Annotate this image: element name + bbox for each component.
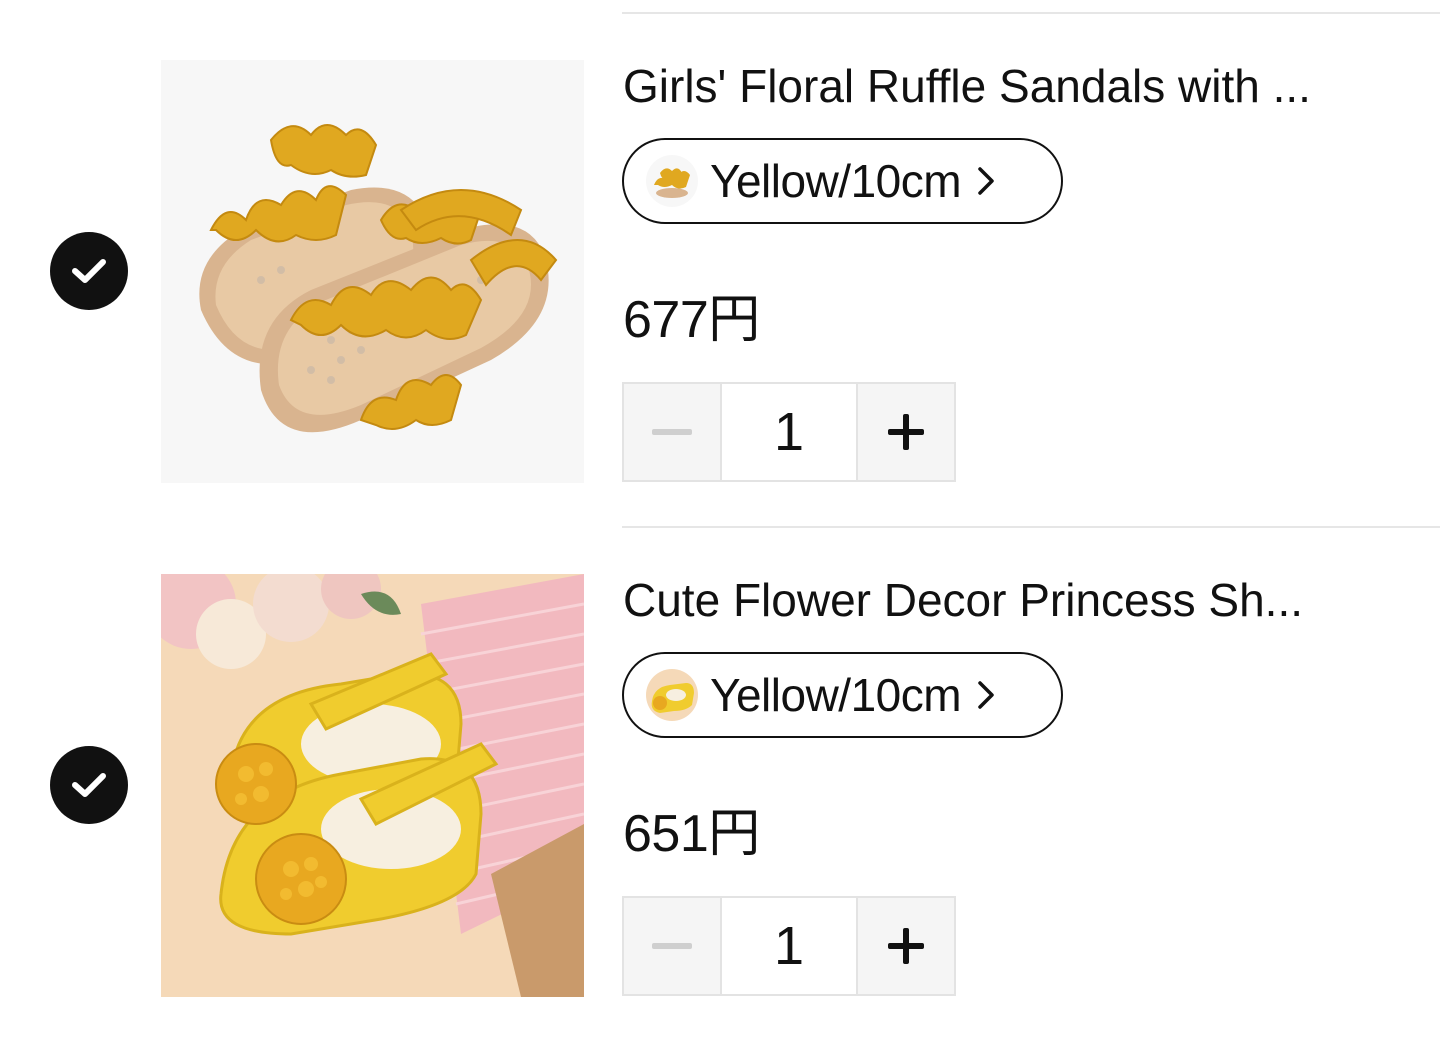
cart-item: Girls' Floral Ruffle Sandals with ... Ye… (0, 0, 1440, 483)
product-price: 677円 (623, 291, 760, 349)
product-title[interactable]: Cute Flower Decor Princess Sh... (623, 572, 1403, 628)
minus-icon (652, 429, 692, 435)
select-checkbox[interactable] (50, 746, 128, 824)
variant-thumbnail (646, 669, 698, 721)
plus-icon (888, 414, 924, 450)
increase-button[interactable] (856, 384, 954, 480)
variant-selector[interactable]: Yellow/10cm (622, 138, 1063, 224)
variant-selector[interactable]: Yellow/10cm (622, 652, 1063, 738)
product-price: 651円 (623, 805, 760, 863)
check-icon (72, 773, 106, 797)
chevron-right-icon (975, 678, 997, 712)
ruffle-sandals-image (161, 60, 584, 483)
variant-label: Yellow/10cm (710, 155, 962, 207)
check-icon (72, 259, 106, 283)
product-image[interactable] (161, 60, 584, 483)
quantity-stepper (622, 896, 956, 996)
quantity-stepper (622, 382, 956, 482)
minus-icon (652, 943, 692, 949)
decrease-button[interactable] (624, 384, 722, 480)
chevron-right-icon (975, 164, 997, 198)
variant-thumbnail (646, 155, 698, 207)
cart-item: Cute Flower Decor Princess Sh... Yellow/… (0, 514, 1440, 997)
product-image[interactable] (161, 574, 584, 997)
princess-shoes-image (161, 574, 584, 997)
variant-label: Yellow/10cm (710, 669, 962, 721)
increase-button[interactable] (856, 898, 954, 994)
cart-list: Girls' Floral Ruffle Sandals with ... Ye… (0, 0, 1440, 1040)
plus-icon (888, 928, 924, 964)
quantity-input[interactable] (722, 384, 856, 480)
decrease-button[interactable] (624, 898, 722, 994)
product-title[interactable]: Girls' Floral Ruffle Sandals with ... (623, 58, 1403, 114)
select-checkbox[interactable] (50, 232, 128, 310)
quantity-input[interactable] (722, 898, 856, 994)
